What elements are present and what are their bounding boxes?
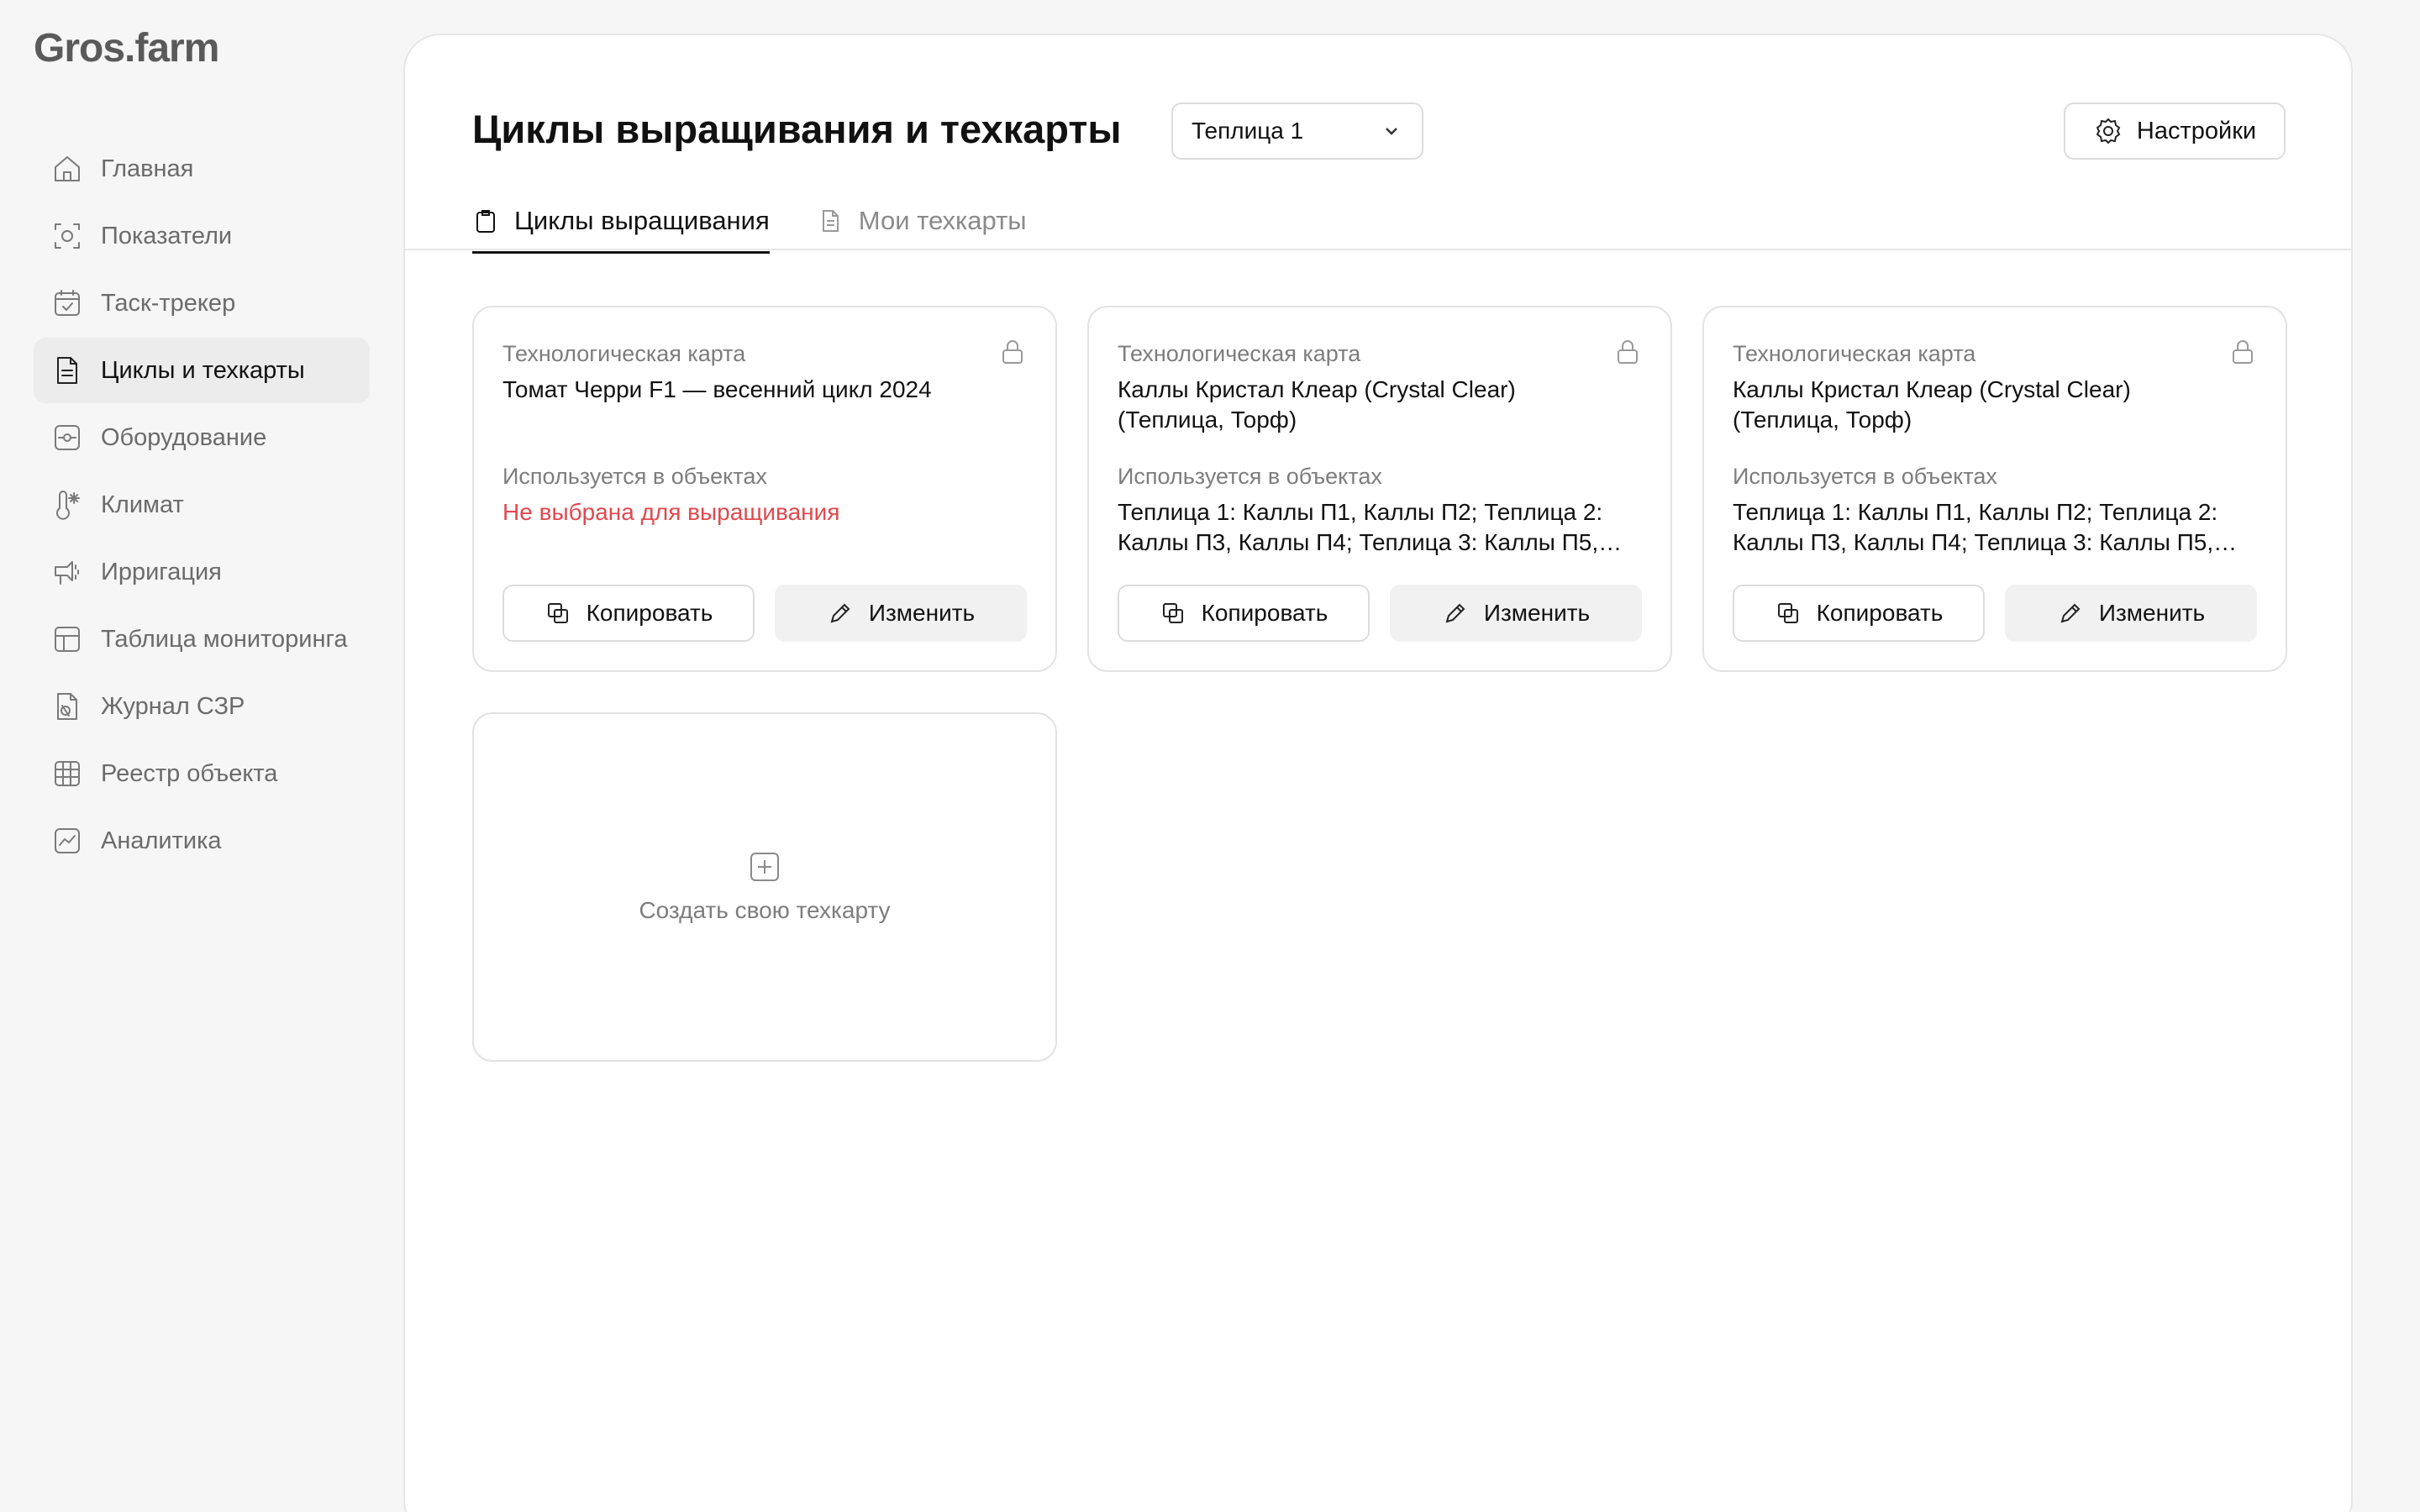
edit-button-label: Изменить <box>1483 600 1591 626</box>
table-icon <box>50 622 84 656</box>
copy-button-label: Копировать <box>586 600 713 626</box>
pencil-icon <box>1445 603 1465 623</box>
copy-icon <box>1777 603 1798 623</box>
equipment-icon <box>50 421 84 454</box>
thermometer-icon <box>50 488 84 522</box>
sidebar-item-label: Климат <box>101 491 184 518</box>
app-logo[interactable]: Gros.farm <box>34 25 219 71</box>
techcard: Технологическая карта Каллы Кристал Клеа… <box>1702 306 2287 672</box>
sidebar-item-cycles[interactable]: Циклы и техкарты <box>34 338 370 403</box>
tab-label: Циклы выращивания <box>514 206 770 235</box>
techcard-used-value: Не выбрана для выращивания <box>502 499 840 525</box>
sidebar-item-label: Главная <box>101 155 194 182</box>
techcard-kind: Технологическая карта <box>1118 341 1361 366</box>
document-icon <box>50 354 84 387</box>
pencil-icon <box>2060 603 2081 623</box>
sidebar-item-equipment[interactable]: Оборудование <box>34 405 370 470</box>
copy-button[interactable]: Копировать <box>502 585 755 642</box>
edit-button[interactable]: Изменить <box>1390 585 1642 642</box>
create-techcard-label: Создать свою техкарту <box>639 897 891 923</box>
journal-icon <box>50 690 84 723</box>
copy-icon <box>547 603 568 623</box>
clipboard-icon <box>476 210 495 233</box>
copy-button[interactable]: Копировать <box>1118 585 1370 642</box>
techcard-used-label: Используется в объектах <box>1733 464 1997 489</box>
sidebar-item-label: Оборудование <box>101 423 267 451</box>
edit-button-label: Изменить <box>868 600 976 626</box>
techcard-name: Каллы Кристал Клеар (Crystal Clear) (Теп… <box>1118 376 1516 433</box>
metrics-icon <box>50 219 84 253</box>
irrigation-icon <box>50 555 84 589</box>
copy-button[interactable]: Копировать <box>1733 585 1985 642</box>
sidebar-item-label: Циклы и техкарты <box>101 356 305 384</box>
tab-my-techcards[interactable]: Мои техкарты <box>817 192 1027 250</box>
sidebar-item-journal[interactable]: Журнал СЗР <box>34 674 370 739</box>
tabs-divider <box>405 249 2351 250</box>
edit-button-label: Изменить <box>2098 600 2206 626</box>
techcard-name: Каллы Кристал Клеар (Crystal Clear) (Теп… <box>1733 376 2131 433</box>
pencil-icon <box>830 603 850 623</box>
sidebar-item-registry[interactable]: Реестр объекта <box>34 741 370 806</box>
sidebar-item-label: Таск-трекер <box>101 289 236 317</box>
tab-growing-cycles[interactable]: Циклы выращивания <box>472 192 770 254</box>
page-title: Циклы выращивания и техкарты <box>472 107 1122 151</box>
file-text-icon <box>822 210 839 232</box>
edit-button[interactable]: Изменить <box>2005 585 2257 642</box>
sidebar-item-metrics[interactable]: Показатели <box>34 203 370 269</box>
techcard-kind: Технологическая карта <box>1733 341 1976 366</box>
tab-label: Мои техкарты <box>858 206 1027 235</box>
settings-button-label: Настройки <box>2136 117 2257 144</box>
techcard-name: Томат Черри F1 — весенний цикл 2024 <box>502 376 932 402</box>
analytics-icon <box>50 824 84 858</box>
sidebar-item-task-tracker[interactable]: Таск-трекер <box>34 270 370 336</box>
techcard-used-value: Теплица 1: Каллы П1, Каллы П2; Теплица 2… <box>1118 499 1623 555</box>
techcard-used-value: Теплица 1: Каллы П1, Каллы П2; Теплица 2… <box>1733 499 2238 555</box>
sidebar-item-home[interactable]: Главная <box>34 136 370 202</box>
sidebar-item-label: Показатели <box>101 222 233 249</box>
lock-icon <box>2228 338 2257 366</box>
chevron-down-icon <box>1386 128 1397 135</box>
greenhouse-select-value: Теплица 1 <box>1192 118 1304 144</box>
settings-button[interactable]: Настройки <box>2064 102 2286 160</box>
home-icon <box>50 152 84 186</box>
sidebar-item-label: Таблица мониторинга <box>101 625 348 653</box>
copy-button-label: Копировать <box>1201 600 1328 626</box>
techcard-kind: Технологическая карта <box>502 341 746 366</box>
copy-button-label: Копировать <box>1816 600 1944 626</box>
edit-button[interactable]: Изменить <box>775 585 1027 642</box>
sidebar-nav: Главная Показатели Таск-трекер Циклы и т… <box>34 136 370 875</box>
main-panel: Циклы выращивания и техкарты Теплица 1 Н… <box>403 34 2353 1512</box>
lock-icon <box>1613 338 1642 366</box>
sidebar-item-climate[interactable]: Климат <box>34 472 370 538</box>
copy-icon <box>1162 603 1183 623</box>
sidebar: Gros.farm Главная Показатели Таск-трекер… <box>0 0 403 1512</box>
sidebar-item-label: Реестр объекта <box>101 759 278 787</box>
sidebar-item-monitoring-table[interactable]: Таблица мониторинга <box>34 606 370 672</box>
techcard: Технологическая карта Томат Черри F1 — в… <box>472 306 1057 672</box>
techcard-used-label: Используется в объектах <box>1118 464 1382 489</box>
techcard: Технологическая карта Каллы Кристал Клеа… <box>1087 306 1672 672</box>
sidebar-item-label: Ирригация <box>101 558 222 585</box>
lock-icon <box>998 338 1027 366</box>
calendar-check-icon <box>50 286 84 320</box>
greenhouse-select[interactable]: Теплица 1 <box>1171 102 1423 160</box>
grid-icon <box>50 757 84 790</box>
sidebar-item-label: Журнал СЗР <box>101 692 245 720</box>
tabs: Циклы выращивания Мои техкарты <box>472 192 1074 254</box>
sidebar-item-irrigation[interactable]: Ирригация <box>34 539 370 605</box>
techcard-used-label: Используется в объектах <box>502 464 767 489</box>
sidebar-item-analytics[interactable]: Аналитика <box>34 808 370 874</box>
gear-icon <box>2096 118 2121 144</box>
plus-square-icon <box>750 853 779 881</box>
create-techcard-button[interactable]: Создать свою техкарту <box>472 712 1057 1062</box>
sidebar-item-label: Аналитика <box>101 827 222 854</box>
